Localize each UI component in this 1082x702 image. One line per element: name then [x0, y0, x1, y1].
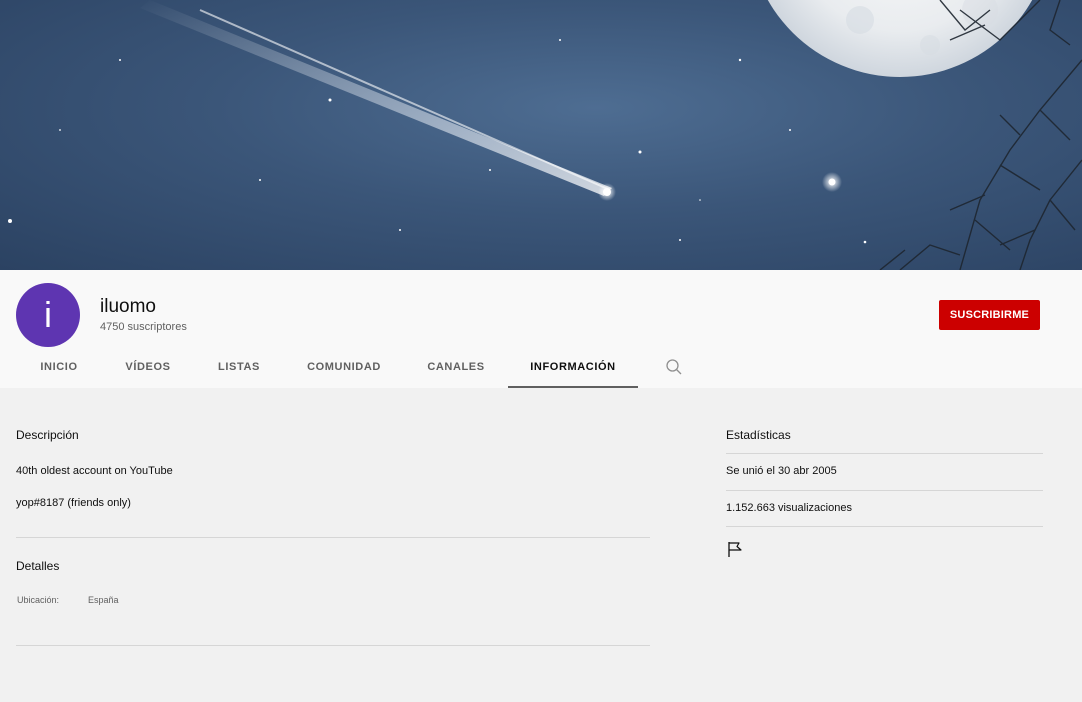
view-count: 1.152.663 visualizaciones	[726, 502, 852, 514]
description-title: Descripción	[16, 428, 79, 442]
description-line: 40th oldest account on YouTube	[16, 465, 173, 477]
joined-date: Se unió el 30 abr 2005	[726, 465, 837, 477]
subscribe-button[interactable]: SUSCRIBIRME	[939, 300, 1040, 330]
channel-name: iluomo	[100, 296, 156, 317]
tab-informacion[interactable]: INFORMACIÓN	[508, 348, 638, 388]
section-divider	[16, 645, 650, 646]
section-divider	[16, 537, 650, 538]
stats-title: Estadísticas	[726, 428, 791, 442]
tab-inicio[interactable]: INICIO	[16, 348, 102, 386]
subscriber-count: 4750 suscriptores	[100, 321, 187, 333]
stats-divider	[726, 453, 1043, 454]
details-title: Detalles	[16, 559, 60, 573]
tab-listas[interactable]: LISTAS	[194, 348, 284, 386]
description-line: yop#8187 (friends only)	[16, 497, 131, 509]
tab-canales[interactable]: CANALES	[404, 348, 508, 386]
location-value: España	[88, 595, 119, 605]
banner-art	[8, 0, 1082, 270]
channel-header: i iluomo 4750 suscriptores SUSCRIBIRME I…	[0, 270, 1082, 388]
channel-avatar[interactable]: i	[16, 283, 80, 347]
tab-comunidad[interactable]: COMUNIDAD	[284, 348, 404, 386]
flag-icon[interactable]	[726, 540, 744, 558]
search-icon[interactable]	[665, 358, 683, 376]
location-label: Ubicación:	[17, 595, 60, 605]
stats-divider	[726, 490, 1043, 491]
tab-videos[interactable]: VÍDEOS	[102, 348, 194, 386]
channel-tabs: INICIO VÍDEOS LISTAS COMUNIDAD CANALES I…	[16, 348, 716, 388]
channel-banner	[0, 0, 1082, 270]
stats-divider	[726, 526, 1043, 527]
